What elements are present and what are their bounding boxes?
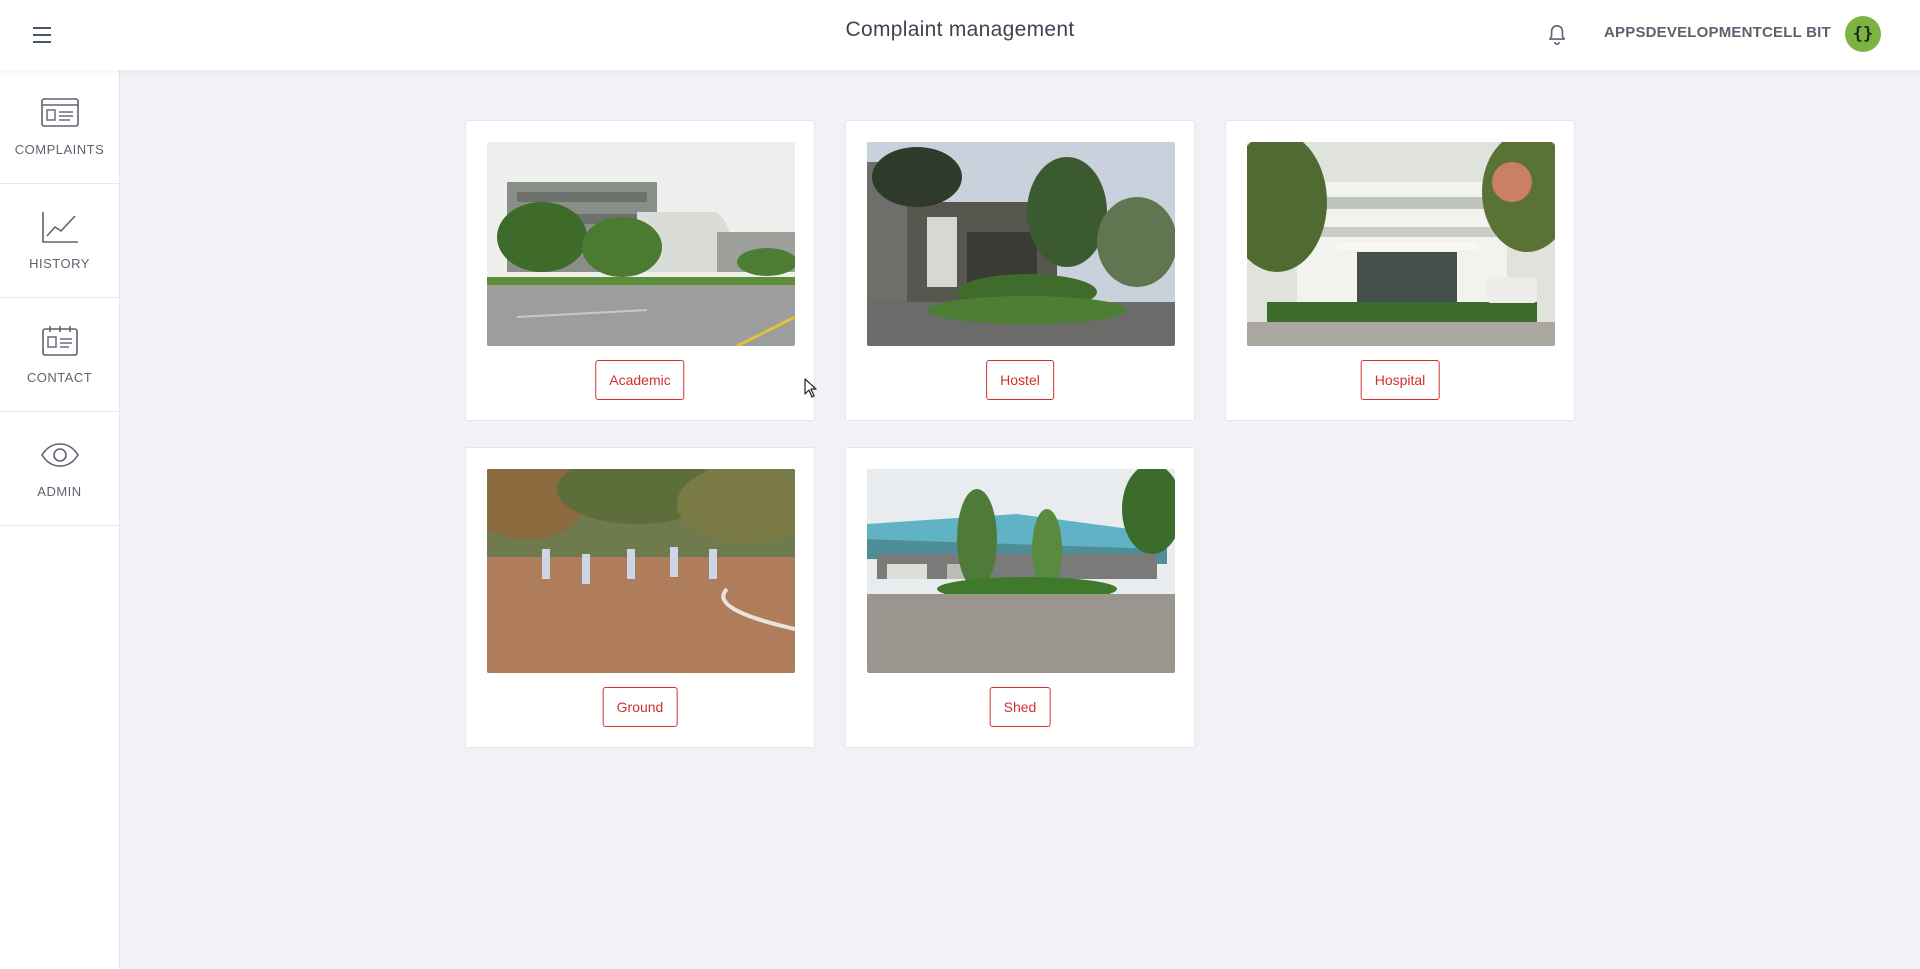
complaints-list-icon — [40, 98, 79, 127]
avatar[interactable]: {} — [1845, 16, 1881, 52]
category-card-hospital: Hospital — [1225, 120, 1575, 421]
bell-icon[interactable] — [1544, 22, 1570, 48]
contact-card-icon — [41, 326, 78, 356]
hostel-button[interactable]: Hostel — [986, 360, 1054, 400]
sidebar-item-label: COMPLAINTS — [14, 142, 105, 157]
sidebar: COMPLAINTS HISTORY CONTACT ADMIN — [0, 70, 120, 969]
top-bar: Complaint management APPSDEVELOPMENTCELL… — [0, 0, 1920, 70]
line-chart-icon — [41, 212, 78, 243]
avatar-text: {} — [1852, 24, 1874, 44]
ground-button[interactable]: Ground — [602, 687, 678, 727]
academic-building-photo — [487, 142, 795, 346]
main-content: Academic Hostel Hospital Ground Shed — [120, 70, 1920, 969]
sports-ground-photo — [487, 469, 795, 673]
category-card-shed: Shed — [845, 447, 1195, 748]
hospital-building-photo — [1247, 142, 1555, 346]
parking-shed-photo — [867, 469, 1175, 673]
sidebar-item-complaints[interactable]: COMPLAINTS — [0, 70, 119, 184]
sidebar-item-label: ADMIN — [37, 484, 82, 499]
academic-button[interactable]: Academic — [595, 360, 685, 400]
sidebar-item-label: CONTACT — [26, 370, 93, 385]
hospital-button[interactable]: Hospital — [1360, 360, 1440, 400]
sidebar-item-label: HISTORY — [29, 256, 90, 271]
shed-button[interactable]: Shed — [989, 687, 1051, 727]
sidebar-item-history[interactable]: HISTORY — [0, 184, 119, 298]
hostel-building-photo — [867, 142, 1175, 346]
username[interactable]: APPSDEVELOPMENTCELL BIT — [1604, 24, 1831, 41]
category-card-academic: Academic — [465, 120, 815, 421]
sidebar-item-admin[interactable]: ADMIN — [0, 412, 119, 526]
category-grid: Academic Hostel Hospital Ground Shed — [465, 120, 1575, 748]
sidebar-item-contact[interactable]: CONTACT — [0, 298, 119, 412]
mouse-cursor-icon — [804, 378, 817, 398]
eye-icon — [40, 443, 79, 467]
category-card-ground: Ground — [465, 447, 815, 748]
category-card-hostel: Hostel — [845, 120, 1195, 421]
